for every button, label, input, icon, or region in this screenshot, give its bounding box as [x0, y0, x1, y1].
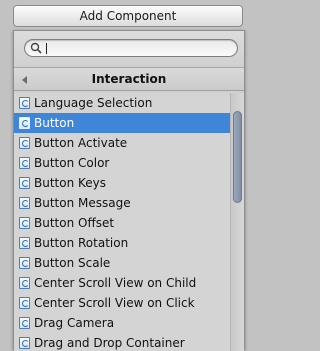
list-item[interactable]: Center Scroll View on Click [14, 293, 230, 313]
component-list: Language Selection Button Button Activate B… [14, 93, 230, 351]
list-item[interactable]: Language Selection [14, 93, 230, 113]
csharp-script-icon [19, 157, 30, 169]
csharp-script-icon [19, 137, 30, 149]
search-icon [30, 42, 42, 54]
list-item[interactable]: Button Offset [14, 213, 230, 233]
search-area [14, 31, 244, 65]
search-field[interactable] [24, 39, 238, 57]
csharp-script-icon [19, 237, 30, 249]
list-item-label: Button Offset [34, 216, 115, 230]
list-item[interactable]: Button Message [14, 193, 230, 213]
list-item[interactable]: Button Color [14, 153, 230, 173]
section-header: Interaction [14, 67, 244, 91]
list-item[interactable]: Button Rotation [14, 233, 230, 253]
list-item-label: Button [34, 116, 75, 130]
list-item-label: Drag Camera [34, 316, 115, 330]
search-input[interactable] [48, 41, 228, 55]
list-item-label: Button Message [34, 196, 131, 210]
scrollbar-thumb[interactable] [233, 111, 242, 203]
csharp-script-icon [19, 217, 30, 229]
component-picker-panel: Interaction Language Selection Button Butt… [13, 30, 245, 351]
csharp-script-icon [19, 297, 30, 309]
list-item[interactable]: Button [14, 113, 230, 133]
list-item-label: Language Selection [34, 96, 153, 110]
section-title: Interaction [91, 72, 167, 86]
list-item[interactable]: Button Activate [14, 133, 230, 153]
list-item-label: Center Scroll View on Click [34, 296, 195, 310]
csharp-script-icon [19, 197, 30, 209]
text-caret [46, 43, 47, 54]
csharp-script-icon [19, 97, 30, 109]
list-item[interactable]: Button Keys [14, 173, 230, 193]
vertical-scrollbar[interactable] [230, 93, 244, 351]
list-item-label: Button Keys [34, 176, 107, 190]
list-item[interactable]: Drag Camera [14, 313, 230, 333]
list-item[interactable]: Drag and Drop Container [14, 333, 230, 351]
csharp-script-icon [19, 177, 30, 189]
list-item-label: Button Scale [34, 256, 111, 270]
csharp-script-icon [19, 317, 30, 329]
csharp-script-icon [19, 337, 30, 349]
list-item-label: Button Rotation [34, 236, 129, 250]
csharp-script-icon [19, 117, 30, 129]
list-item-label: Button Color [34, 156, 110, 170]
csharp-script-icon [19, 277, 30, 289]
list-item-label: Drag and Drop Container [34, 336, 185, 350]
add-component-button[interactable]: Add Component [13, 5, 243, 27]
list-item[interactable]: Button Scale [14, 253, 230, 273]
csharp-script-icon [19, 257, 30, 269]
list-item[interactable]: Center Scroll View on Child [14, 273, 230, 293]
list-item-label: Center Scroll View on Child [34, 276, 197, 290]
list-item-label: Button Activate [34, 136, 128, 150]
